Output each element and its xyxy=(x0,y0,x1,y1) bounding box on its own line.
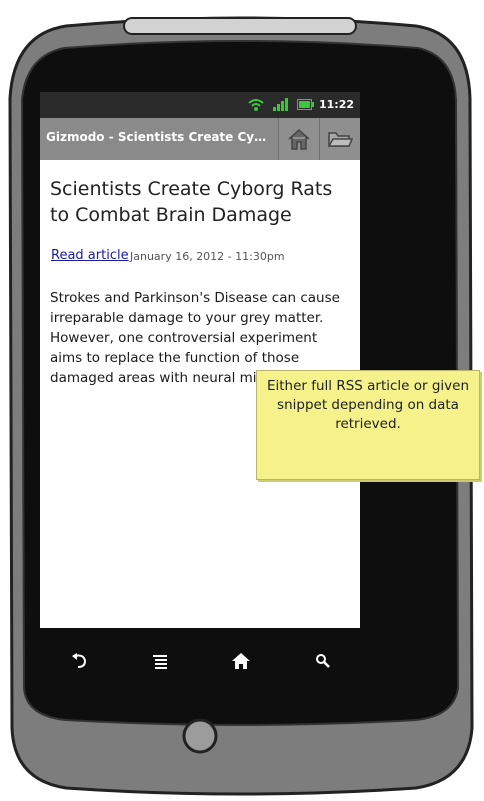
status-time: 11:22 xyxy=(318,98,354,111)
nav-home-button[interactable] xyxy=(226,648,256,674)
back-icon xyxy=(72,653,87,668)
sticky-note-text: Either full RSS article or given snippet… xyxy=(266,378,470,432)
folder-button[interactable] xyxy=(319,118,360,160)
status-bar: 11:22 xyxy=(40,92,360,118)
wifi-icon xyxy=(248,99,264,111)
sticky-note: Either full RSS article or given snippet… xyxy=(256,370,480,480)
action-bar: Gizmodo - Scientists Create Cyborg Rats … xyxy=(40,118,360,160)
home-button[interactable] xyxy=(278,118,319,160)
menu-icon xyxy=(153,655,167,669)
folder-icon xyxy=(327,132,353,147)
home-icon xyxy=(288,128,310,150)
read-article-link[interactable]: Read article xyxy=(51,248,129,263)
battery-icon xyxy=(297,99,314,110)
search-icon xyxy=(316,654,330,668)
screen: 11:22 Gizmodo - Scientists Create Cyborg… xyxy=(40,92,360,628)
search-button[interactable] xyxy=(308,648,338,674)
menu-button[interactable] xyxy=(145,648,175,674)
article-title: Scientists Create Cyborg Rats to Combat … xyxy=(50,178,333,226)
home-icon xyxy=(232,653,250,669)
back-button[interactable] xyxy=(64,648,94,674)
article-date: January 16, 2012 - 11:30pm xyxy=(130,250,285,263)
signal-icon xyxy=(273,98,288,111)
app-title: Gizmodo - Scientists Create Cyborg Rats … xyxy=(46,130,272,144)
